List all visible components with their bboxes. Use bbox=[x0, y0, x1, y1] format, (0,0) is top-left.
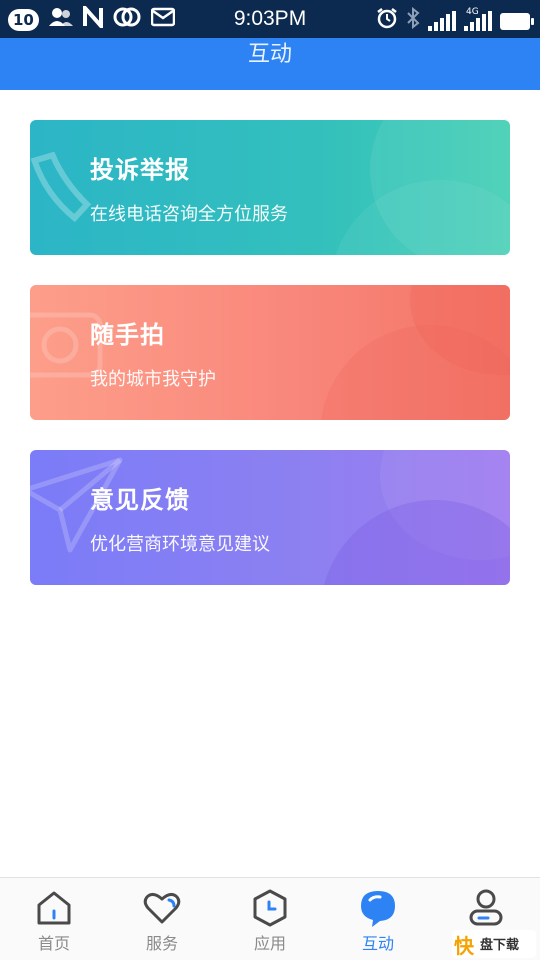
tab-label: 应用 bbox=[253, 934, 286, 953]
card-subtitle: 在线电话咨询全方位服务 bbox=[90, 204, 288, 225]
heart-icon bbox=[143, 892, 181, 924]
tab-apps[interactable]: 应用 bbox=[216, 878, 324, 960]
card-subtitle: 优化营商环境意见建议 bbox=[90, 534, 270, 555]
feedback-card[interactable]: 意见反馈 优化营商环境意见建议 bbox=[30, 450, 510, 585]
card-title: 意见反馈 bbox=[90, 486, 190, 514]
battery-icon bbox=[500, 12, 534, 30]
tab-label: 互动 bbox=[361, 934, 394, 953]
app-header: 互动 bbox=[0, 38, 540, 90]
alarm-icon bbox=[376, 7, 398, 35]
tab-label: 服务 bbox=[145, 934, 178, 953]
signal-4g-icon: 4G bbox=[464, 7, 492, 31]
page-title: 互动 bbox=[247, 42, 292, 67]
watermark-text: 盘下载 bbox=[480, 938, 520, 953]
signal-icon bbox=[428, 11, 456, 31]
card-decoration bbox=[320, 325, 510, 420]
tab-services[interactable]: 服务 bbox=[108, 878, 216, 960]
hexagon-clock-icon bbox=[253, 889, 287, 927]
network-tag: 4G bbox=[466, 7, 479, 17]
status-bar: 10 9:03PM 4G bbox=[0, 0, 540, 38]
card-decoration bbox=[320, 500, 510, 585]
chat-bubble-icon bbox=[361, 891, 395, 927]
user-icon bbox=[469, 889, 503, 926]
watermark-glyph: 快 bbox=[454, 934, 474, 958]
complaint-report-card[interactable]: 投诉举报 在线电话咨询全方位服务 bbox=[30, 120, 510, 255]
tab-home[interactable]: 首页 bbox=[0, 878, 108, 960]
home-icon bbox=[37, 891, 71, 925]
snapshot-card[interactable]: 随手拍 我的城市我守护 bbox=[30, 285, 510, 420]
tab-interaction[interactable]: 互动 bbox=[324, 878, 432, 960]
card-title: 投诉举报 bbox=[90, 156, 190, 184]
bluetooth-icon bbox=[406, 6, 420, 35]
card-subtitle: 我的城市我守护 bbox=[90, 369, 216, 390]
watermark-logo: 快 盘下载 bbox=[452, 930, 536, 958]
card-title: 随手拍 bbox=[90, 321, 165, 349]
tab-label: 首页 bbox=[37, 934, 70, 953]
card-decoration bbox=[330, 180, 510, 255]
status-right-group: 4G bbox=[376, 6, 534, 35]
